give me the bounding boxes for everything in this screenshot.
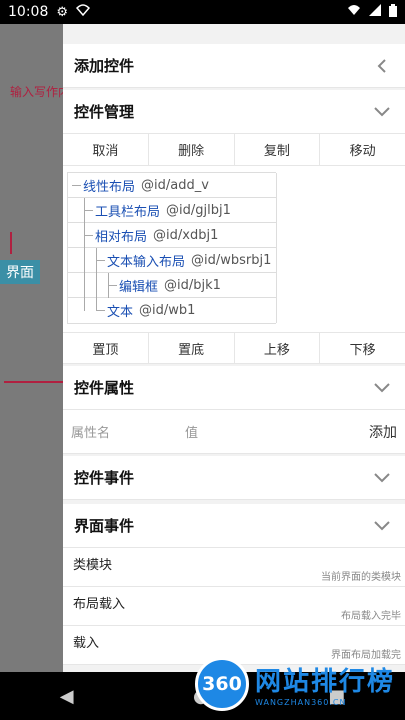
- move-down-button[interactable]: 下移: [320, 333, 405, 363]
- move-up-button[interactable]: 上移: [235, 333, 321, 363]
- tree-node[interactable]: 文本 @id/wb1: [68, 298, 277, 323]
- ui-event-item[interactable]: 类模块 当前界面的类模块: [63, 548, 405, 587]
- section-control-manage[interactable]: 控件管理: [63, 90, 405, 134]
- manage-button-row: 取消 删除 复制 移动: [63, 134, 405, 166]
- control-tree: 线性布局 @id/add_v 工具栏布局 @id/gjlbj1 相对布局 @id…: [67, 172, 277, 324]
- chevron-down-icon[interactable]: [370, 514, 394, 538]
- move-button[interactable]: 移动: [320, 134, 405, 165]
- signal-icon: [369, 4, 381, 20]
- editor-hint-text: 输入写作内: [10, 85, 63, 99]
- section-title: 控件事件: [74, 469, 135, 487]
- tree-node[interactable]: 线性布局 @id/add_v: [68, 173, 277, 198]
- status-time: 10:08: [8, 4, 49, 20]
- battery-icon: [389, 3, 397, 21]
- tree-node[interactable]: 相对布局 @id/xdbj1: [68, 223, 277, 248]
- send-to-bottom-button[interactable]: 置底: [149, 333, 235, 363]
- control-panel: 添加控件 控件管理 取消 删除 复制 移动 线性布局 @id/add_v 工具栏…: [63, 24, 405, 672]
- section-ui-events[interactable]: 界面事件: [63, 504, 405, 548]
- cancel-button[interactable]: 取消: [63, 134, 149, 165]
- bring-to-top-button[interactable]: 置顶: [63, 333, 149, 363]
- watermark-url: WANGZHAN360.CN: [255, 698, 347, 707]
- property-value-input[interactable]: 值: [185, 422, 198, 441]
- ui-event-item[interactable]: 布局载入 布局载入完毕: [63, 587, 405, 626]
- delete-button[interactable]: 删除: [149, 134, 235, 165]
- section-title: 添加控件: [74, 57, 135, 75]
- editor-underline: [4, 381, 63, 383]
- chevron-down-icon[interactable]: [370, 376, 394, 400]
- section-control-events[interactable]: 控件事件: [63, 456, 405, 500]
- gear-icon: ⚙: [56, 4, 69, 20]
- chevron-left-icon[interactable]: [370, 54, 394, 78]
- watermark-title: 网站排行榜: [255, 667, 396, 697]
- tree-node[interactable]: 编辑框 @id/bjk1: [68, 273, 277, 298]
- copy-button[interactable]: 复制: [235, 134, 321, 165]
- watermark-logo: 360 网站排行榜 WANGZHAN360.CN: [195, 656, 405, 712]
- section-title: 控件属性: [74, 379, 135, 397]
- section-control-props[interactable]: 控件属性: [63, 366, 405, 410]
- editor-cursor-marker: [10, 232, 12, 254]
- tree-node[interactable]: 工具栏布局 @id/gjlbj1: [68, 198, 277, 223]
- back-icon[interactable]: ◀: [60, 686, 74, 707]
- section-title: 界面事件: [74, 517, 135, 535]
- chevron-down-icon[interactable]: [370, 466, 394, 490]
- control-tree-container: 线性布局 @id/add_v 工具栏布局 @id/gjlbj1 相对布局 @id…: [63, 166, 405, 332]
- add-property-button[interactable]: 添加: [369, 422, 397, 442]
- chevron-down-icon[interactable]: [370, 100, 394, 124]
- tree-node[interactable]: 文本输入布局 @id/wbsrbj1: [68, 248, 277, 273]
- wifi-off-icon: [75, 4, 91, 20]
- property-input-row: 属性名 值 添加: [63, 410, 405, 454]
- watermark-badge: 360: [195, 657, 249, 711]
- editor-background: 输入写作内 界面: [0, 24, 63, 672]
- section-add-control[interactable]: 添加控件: [63, 44, 405, 88]
- status-bar: 10:08 ⚙: [0, 0, 405, 24]
- ui-tag[interactable]: 界面: [0, 260, 40, 284]
- order-button-row: 置顶 置底 上移 下移: [63, 332, 405, 364]
- property-name-input[interactable]: 属性名: [71, 422, 185, 441]
- section-title: 控件管理: [74, 103, 135, 121]
- wifi-icon: [347, 4, 361, 20]
